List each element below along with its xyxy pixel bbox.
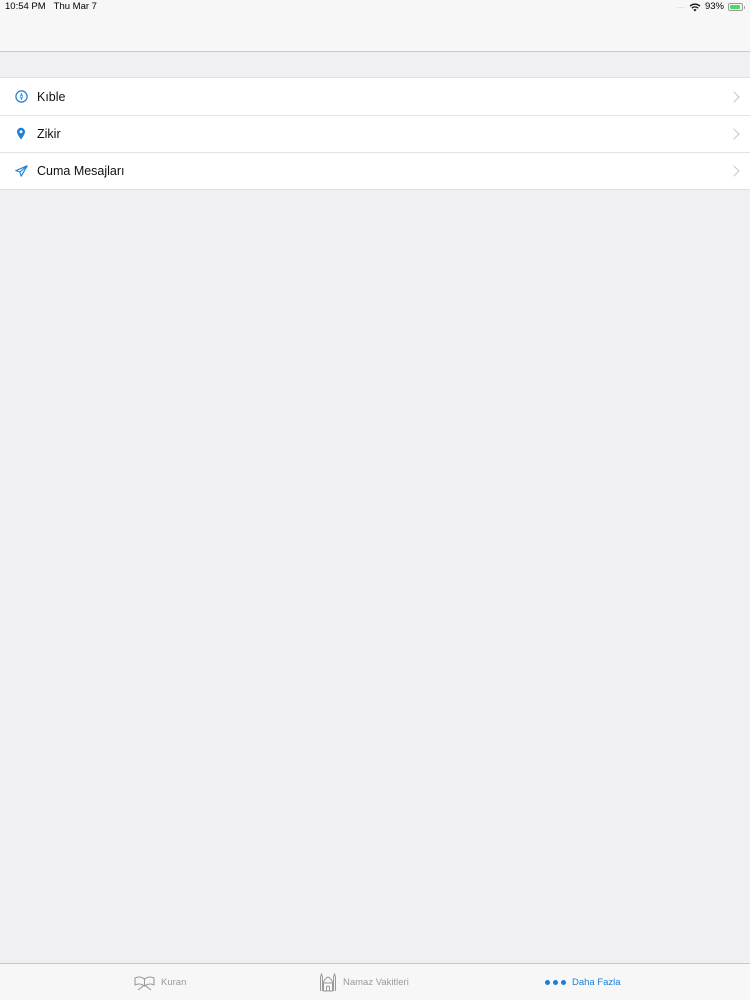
menu-item-label: Cuma Mesajları xyxy=(37,163,125,178)
menu-item-kible[interactable]: Kıble xyxy=(0,78,750,115)
menu-item-label: Zikir xyxy=(37,126,61,141)
tab-label: Kuran xyxy=(161,976,187,988)
chevron-right-icon xyxy=(728,127,740,140)
menu-item-label: Kıble xyxy=(37,89,66,104)
location-pin-icon xyxy=(14,127,28,141)
quran-book-icon xyxy=(134,974,155,991)
battery-fill xyxy=(730,5,741,9)
status-time: 10:54 PM xyxy=(5,1,46,12)
chevron-right-icon xyxy=(728,164,740,177)
status-left: 10:54 PM Thu Mar 7 xyxy=(5,0,97,14)
tab-daha-fazla[interactable]: Daha Fazla xyxy=(545,964,621,1000)
menu-item-cuma-mesajlari[interactable]: Cuma Mesajları xyxy=(0,152,750,189)
menu-item-zikir[interactable]: Zikir xyxy=(0,115,750,152)
tab-label: Namaz Vakitleri xyxy=(343,976,409,988)
status-right: ..... 93% xyxy=(677,0,745,14)
battery-tip xyxy=(743,5,745,9)
tab-label: Daha Fazla xyxy=(572,976,621,988)
mosque-icon xyxy=(319,972,337,992)
status-date: Thu Mar 7 xyxy=(53,1,97,12)
status-bar: 10:54 PM Thu Mar 7 ..... 93% xyxy=(0,0,750,14)
paper-plane-icon xyxy=(14,164,28,178)
battery-body xyxy=(728,3,743,11)
tab-kuran[interactable]: Kuran xyxy=(134,964,186,1000)
more-menu-list: Kıble Zikir Cuma Mesajları xyxy=(0,77,750,190)
compass-icon xyxy=(14,90,28,104)
battery-percent: 93% xyxy=(704,1,724,12)
chevron-right-icon xyxy=(728,90,740,103)
tab-namaz-vakitleri[interactable]: Namaz Vakitleri xyxy=(319,964,409,1000)
tab-bar: Kuran Namaz Vakitleri Daha Fazla xyxy=(0,963,750,1000)
wifi-icon xyxy=(689,3,701,12)
navigation-bar xyxy=(0,14,750,52)
battery-icon xyxy=(728,3,745,11)
more-dots-icon xyxy=(545,979,566,985)
signal-dots: ..... xyxy=(676,4,685,10)
